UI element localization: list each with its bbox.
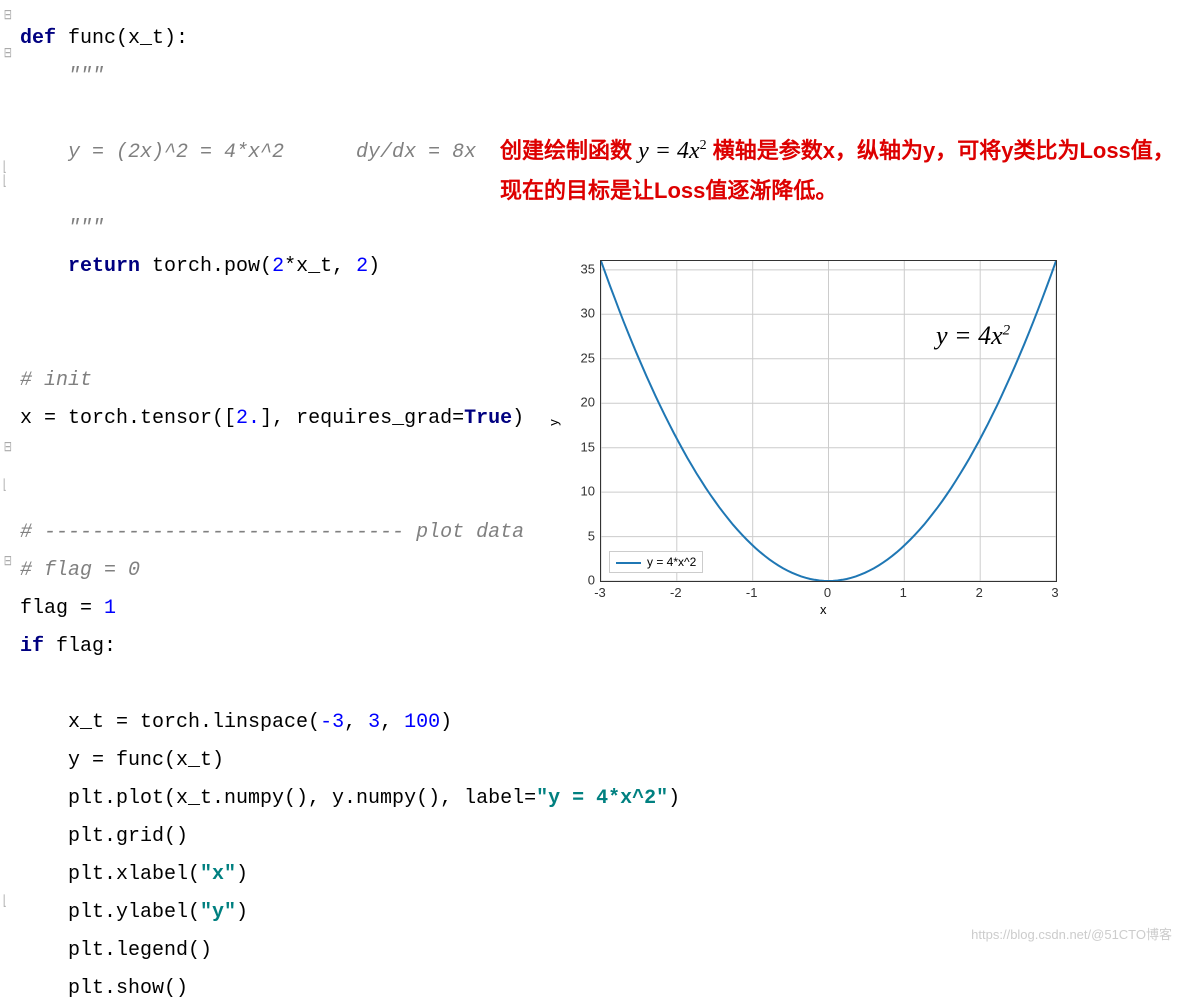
y-tick: 20	[570, 395, 595, 410]
y-tick: 30	[570, 306, 595, 321]
x-tick: 2	[964, 585, 994, 600]
fold-end-icon: ⌊	[3, 172, 7, 189]
x-tick: 1	[888, 585, 918, 600]
legend-line-icon	[616, 562, 641, 564]
chart-legend: y = 4*x^2	[609, 551, 703, 573]
y-tick: 35	[570, 261, 595, 276]
editor-gutter: ⊟ ⊟ ⌊ ⌊ ⊟ ⌊ ⊟ ⌊	[0, 0, 18, 949]
x-tick: 0	[813, 585, 843, 600]
y-tick: 15	[570, 439, 595, 454]
fold-icon[interactable]: ⊟	[4, 552, 12, 569]
x-tick: -2	[661, 585, 691, 600]
x-axis-label: x	[820, 602, 827, 617]
fold-icon[interactable]: ⊟	[4, 6, 12, 23]
fold-icon[interactable]: ⊟	[4, 438, 12, 455]
y-tick: 25	[570, 350, 595, 365]
x-tick: -3	[585, 585, 615, 600]
watermark: https://blog.csdn.net/@51CTO博客	[971, 924, 1172, 943]
fold-end-icon: ⌊	[3, 476, 7, 493]
chart-svg	[601, 261, 1056, 581]
plot-area: y = 4*x^2 y = 4x2	[600, 260, 1057, 582]
x-tick: 3	[1040, 585, 1070, 600]
formula-inline: y = 4x2	[638, 138, 707, 164]
keyword-def: def	[20, 27, 56, 50]
y-tick: 5	[570, 528, 595, 543]
y-axis-label: y	[546, 419, 561, 426]
fold-icon[interactable]: ⊟	[4, 44, 12, 61]
annotation-text: 创建绘制函数 y = 4x2 横轴是参数x，纵轴为y，可将y类比为Loss值，现…	[500, 126, 1180, 211]
chart-container: y = 4*x^2 y = 4x2 0 5 10 15 20 25 30 35 …	[545, 250, 1065, 620]
x-tick: -1	[737, 585, 767, 600]
chart-formula: y = 4x2	[936, 321, 1010, 351]
fold-end-icon: ⌊	[3, 892, 7, 909]
y-tick: 10	[570, 484, 595, 499]
